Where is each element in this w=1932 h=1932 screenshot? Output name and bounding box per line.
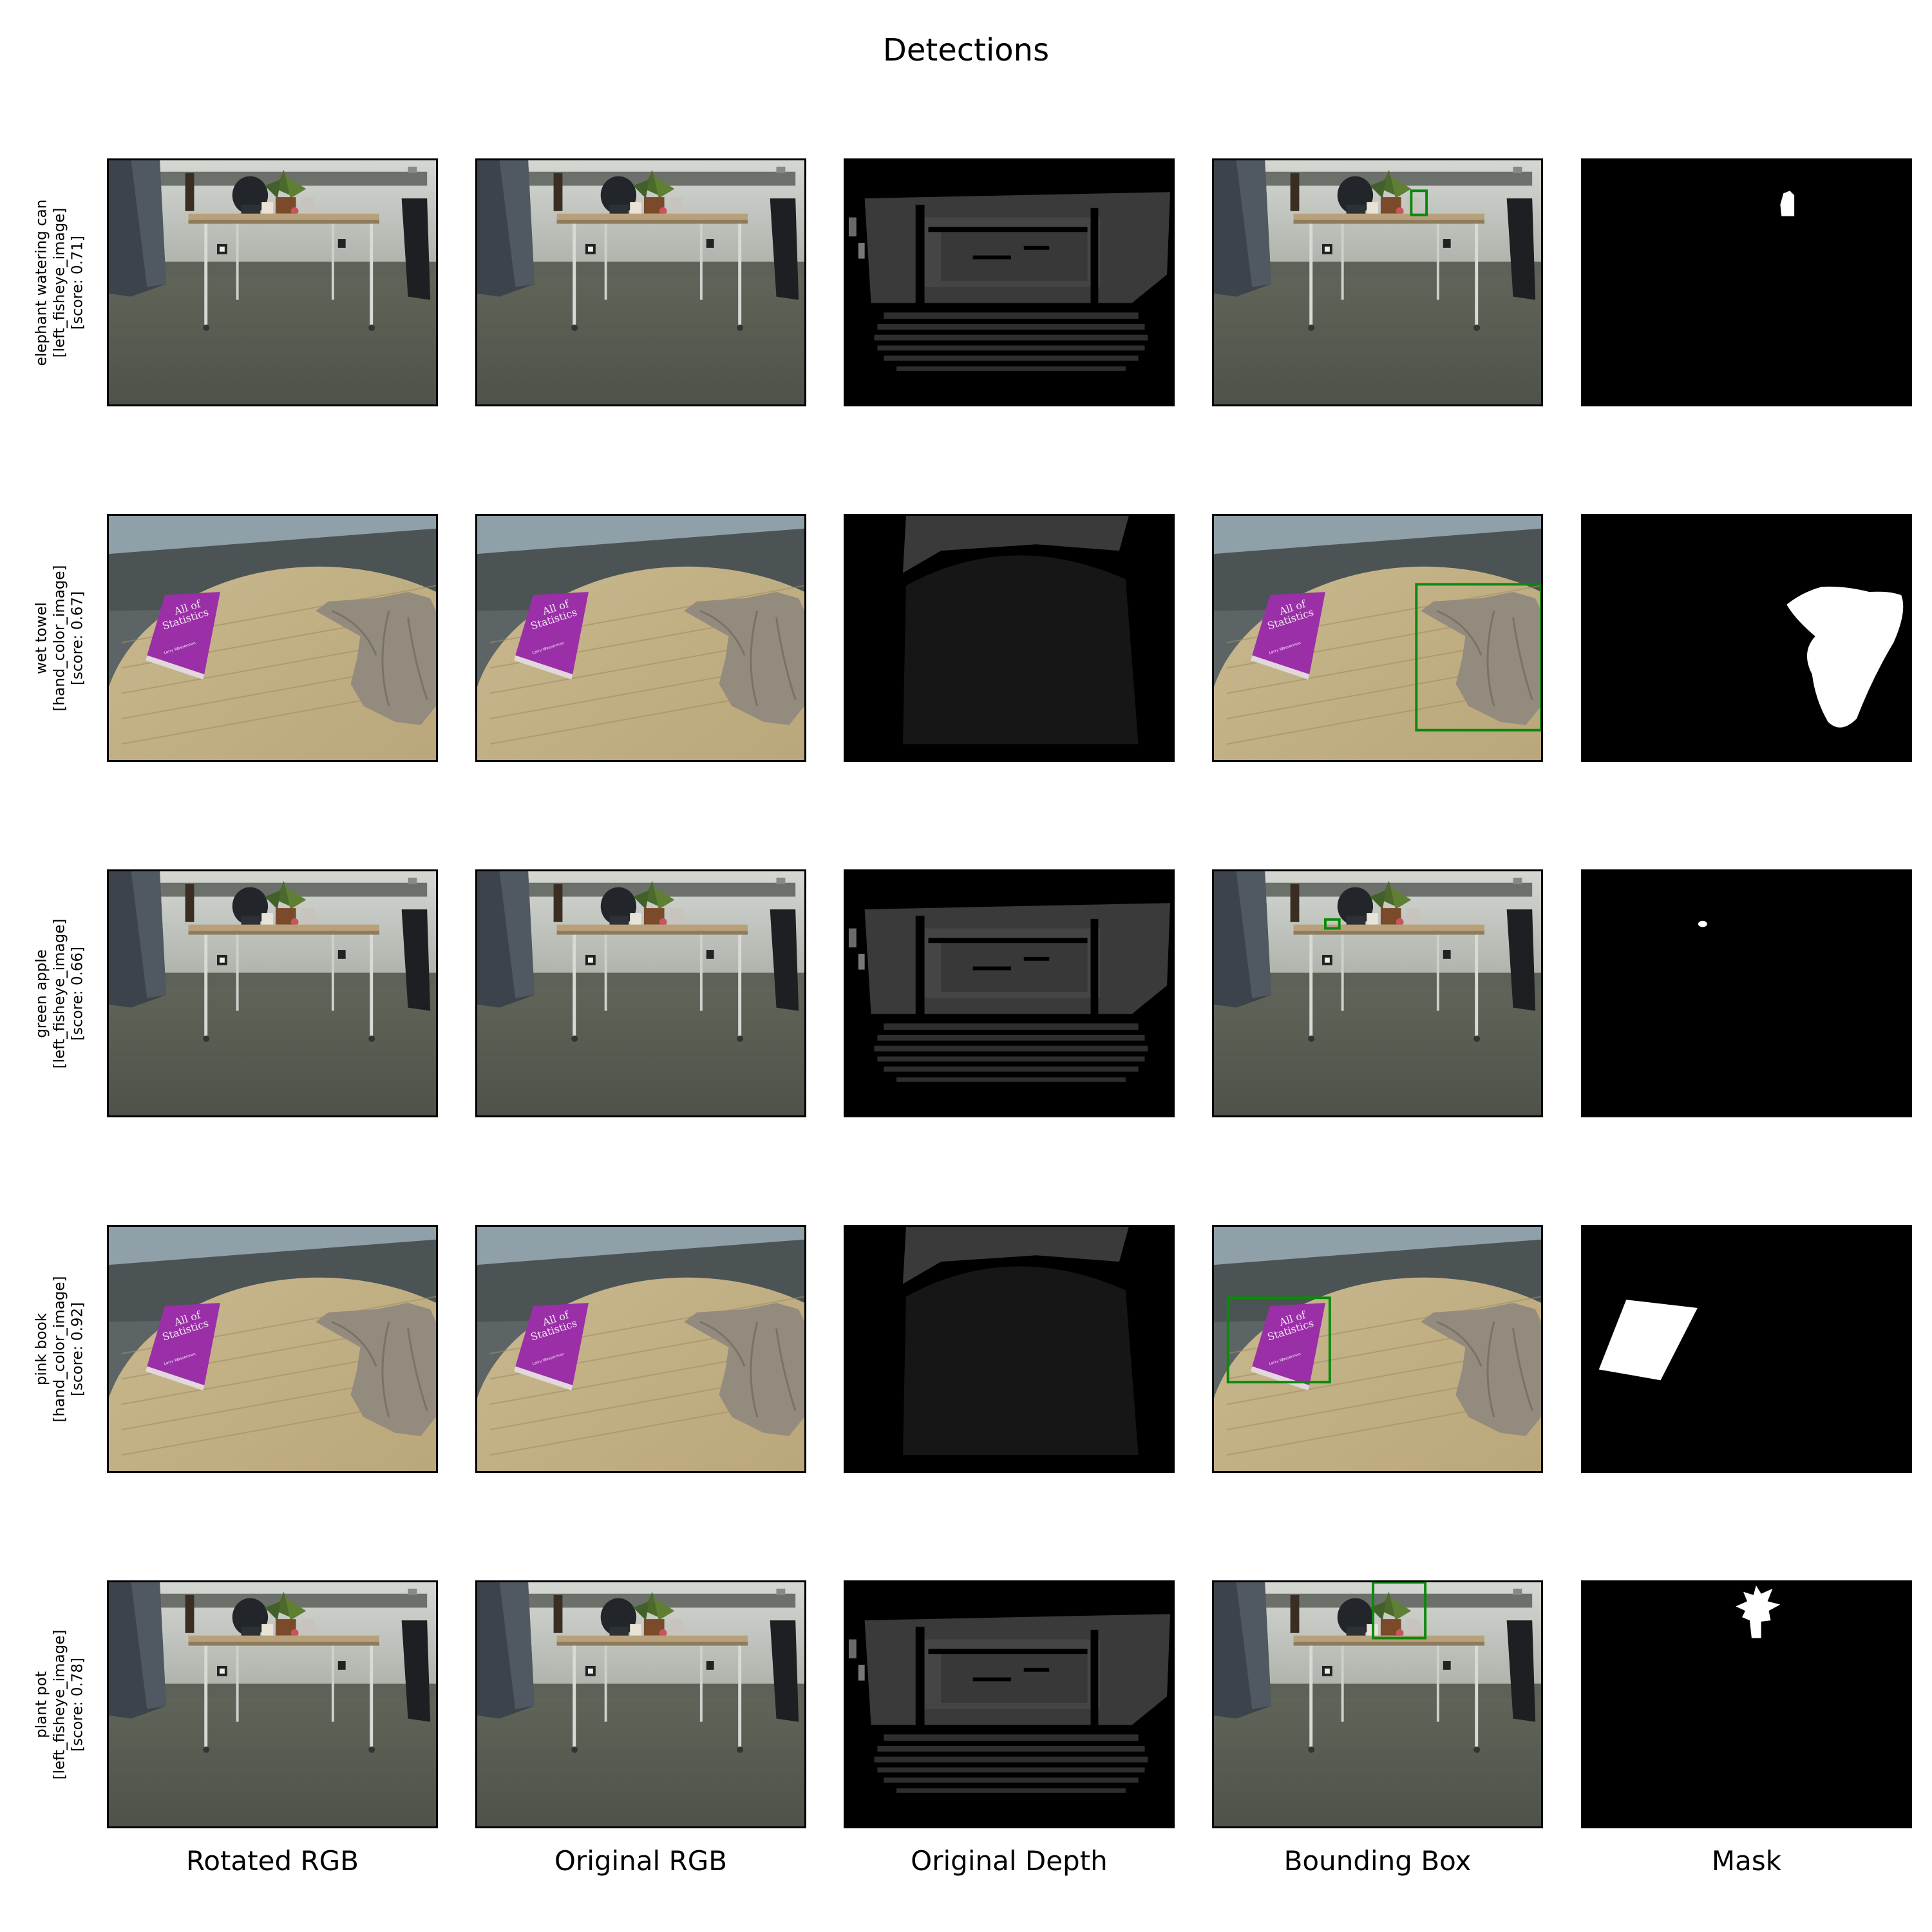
image-original-depth-elephant-watering-can xyxy=(844,158,1175,406)
mask-green-apple xyxy=(1698,920,1707,927)
image-original-depth-wet-towel xyxy=(844,514,1175,762)
image-rotated-rgb-plant-pot xyxy=(107,1580,438,1828)
image-original-rgb-elephant-watering-can xyxy=(475,158,806,406)
column-label-original-depth: Original Depth xyxy=(911,1845,1108,1877)
figure-title: Detections xyxy=(882,32,1050,68)
image-rotated-rgb-green-apple xyxy=(107,869,438,1117)
row-label-green-apple: green apple [left_fisheye_image] [score: 0… xyxy=(8,869,111,1117)
row-label-pink-book: pink book [hand_color_image] [score: 0.92] xyxy=(8,1225,111,1473)
image-original-rgb-pink-book: All of Statistics Larry Wasserman xyxy=(475,1225,806,1473)
image-rotated-rgb-pink-book: All of Statistics Larry Wasserman xyxy=(107,1225,438,1473)
image-mask-plant-pot xyxy=(1581,1580,1912,1828)
image-original-depth-pink-book xyxy=(844,1225,1175,1473)
column-label-rotated-rgb: Rotated RGB xyxy=(185,1845,359,1877)
row-label-score: [score: 0.66] xyxy=(69,946,86,1041)
row-label-score: [score: 0.78] xyxy=(69,1657,86,1752)
row-label-source: [hand_color_image] xyxy=(51,1275,68,1423)
image-mask-pink-book xyxy=(1581,1225,1912,1473)
image-bounding-box-pink-book: All of Statistics Larry Wasserman xyxy=(1212,1225,1543,1473)
image-bounding-box-wet-towel: All of Statistics Larry Wasserman xyxy=(1212,514,1543,762)
image-original-rgb-plant-pot xyxy=(475,1580,806,1828)
image-original-depth-plant-pot xyxy=(844,1580,1175,1828)
row-label-score: [score: 0.71] xyxy=(69,235,86,330)
image-mask-wet-towel xyxy=(1581,514,1912,762)
row-label-source: [left_fisheye_image] xyxy=(51,918,68,1068)
image-original-rgb-green-apple xyxy=(475,869,806,1117)
row-label-plant-pot: plant pot [left_fisheye_image] [score: 0.7… xyxy=(8,1580,111,1828)
row-label-wet-towel: wet towel [hand_color_image] [score: 0.67] xyxy=(8,514,111,762)
row-label-object: wet towel xyxy=(33,601,50,674)
row-label-object: pink book xyxy=(33,1312,50,1385)
image-original-depth-green-apple xyxy=(844,869,1175,1117)
row-label-object: plant pot xyxy=(33,1671,50,1738)
column-label-mask: Mask xyxy=(1711,1845,1782,1877)
row-label-source: [left_fisheye_image] xyxy=(51,1629,68,1779)
column-label-original-rgb: Original RGB xyxy=(554,1845,728,1877)
row-label-score: [score: 0.92] xyxy=(69,1302,86,1396)
row-label-object: green apple xyxy=(33,949,50,1038)
image-original-rgb-wet-towel: All of Statistics Larry Wasserman xyxy=(475,514,806,762)
image-rotated-rgb-elephant-watering-can xyxy=(107,158,438,406)
row-label-source: [left_fisheye_image] xyxy=(51,207,68,357)
image-bounding-box-plant-pot xyxy=(1212,1580,1543,1828)
column-label-bounding-box: Bounding Box xyxy=(1283,1845,1472,1877)
image-mask-green-apple xyxy=(1581,869,1912,1117)
row-label-source: [hand_color_image] xyxy=(51,564,68,712)
image-mask-elephant-watering-can xyxy=(1581,158,1912,406)
image-bounding-box-green-apple xyxy=(1212,869,1543,1117)
image-rotated-rgb-wet-towel: All of Statistics Larry Wasserman xyxy=(107,514,438,762)
image-bounding-box-elephant-watering-can xyxy=(1212,158,1543,406)
row-label-score: [score: 0.67] xyxy=(69,591,86,685)
row-label-object: elephant watering can xyxy=(33,199,50,366)
row-label-elephant-watering-can: elephant watering can [left_fisheye_image… xyxy=(8,158,111,406)
